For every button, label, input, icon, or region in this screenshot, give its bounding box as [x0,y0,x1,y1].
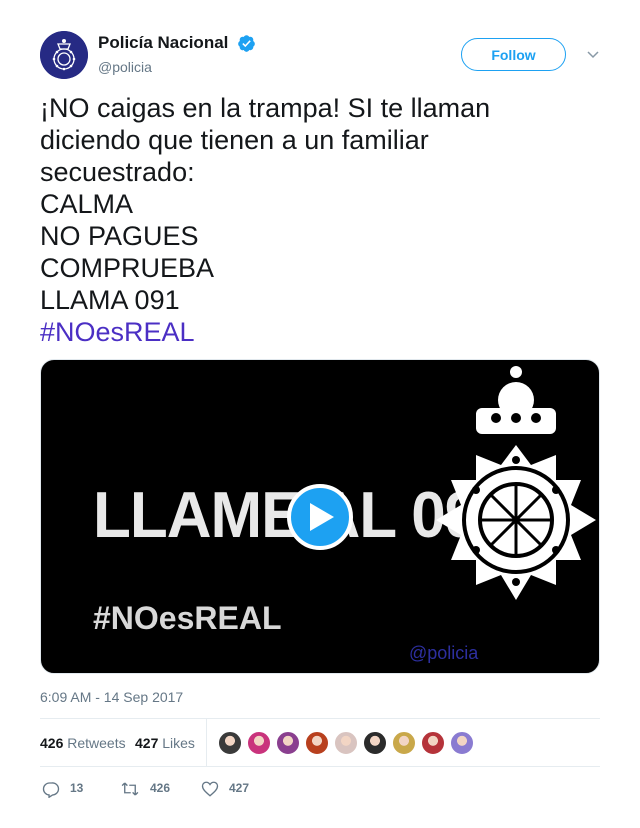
retweet-icon [121,782,139,796]
heart-icon [201,781,219,797]
liker-avatar[interactable] [334,731,358,755]
reply-button[interactable]: 13 [42,780,84,799]
reply-icon [42,782,60,799]
retweet-button[interactable]: 426 [120,780,170,798]
liker-avatar[interactable] [247,731,271,755]
author-block: Policía Nacional @policia [98,33,256,75]
author-handle[interactable]: @policia [98,59,256,75]
liker-avatar[interactable] [421,731,445,755]
tweet-line: CALMA [40,189,134,219]
play-icon [310,503,334,531]
chevron-down-icon[interactable] [585,46,601,62]
likes-label: Likes [162,735,195,751]
tweet-line: LLAMA 091 [40,285,180,315]
video-player[interactable]: LLAME AL 091 #NOesREAL [40,359,600,674]
avatar[interactable] [40,31,88,79]
follow-button[interactable]: Follow [461,38,566,71]
liker-avatar[interactable] [218,731,242,755]
tweet-timestamp[interactable]: 6:09 AM - 14 Sep 2017 [40,689,183,705]
liker-avatar[interactable] [276,731,300,755]
tweet-stats: 426 Retweets 427 Likes [40,718,600,767]
verified-badge-icon [238,34,255,52]
video-watermark: @policia [409,643,479,663]
tweet-line: ¡NO caigas en la trampa! SI te llaman [40,93,491,123]
stats-divider [206,719,207,767]
video-hashtag: #NOesREAL [93,600,282,636]
play-button[interactable] [287,484,353,550]
tweet-line: diciendo que tienen a un familiar [40,125,429,155]
like-count: 427 [229,781,250,796]
liker-avatar[interactable] [450,731,474,755]
tweet-text: ¡NO caigas en la trampa! SI te llaman di… [40,92,600,348]
tweet-line: COMPRUEBA [40,253,215,283]
reply-count: 13 [70,781,84,796]
liker-avatar[interactable] [392,731,416,755]
police-emblem-icon [436,366,596,600]
retweets-count: 426 [40,735,64,751]
retweet-count: 426 [150,781,171,796]
police-badge-icon [40,31,88,79]
retweets-stat[interactable]: 426 Retweets [40,735,126,751]
retweets-label: Retweets [67,735,126,751]
tweet-line: secuestrado: [40,157,195,187]
tweet-header: Policía Nacional @policia Follow [40,30,600,82]
display-name[interactable]: Policía Nacional [98,33,228,53]
hashtag-link[interactable]: #NOesREAL [40,316,600,348]
like-button[interactable]: 427 [201,780,249,798]
tweet-actions: 13 426 427 [40,776,600,802]
tweet-line: NO PAGUES [40,221,199,251]
liker-avatar[interactable] [363,731,387,755]
likes-stat[interactable]: 427 Likes [135,735,195,751]
liker-avatar[interactable] [305,731,329,755]
likes-count: 427 [135,735,159,751]
